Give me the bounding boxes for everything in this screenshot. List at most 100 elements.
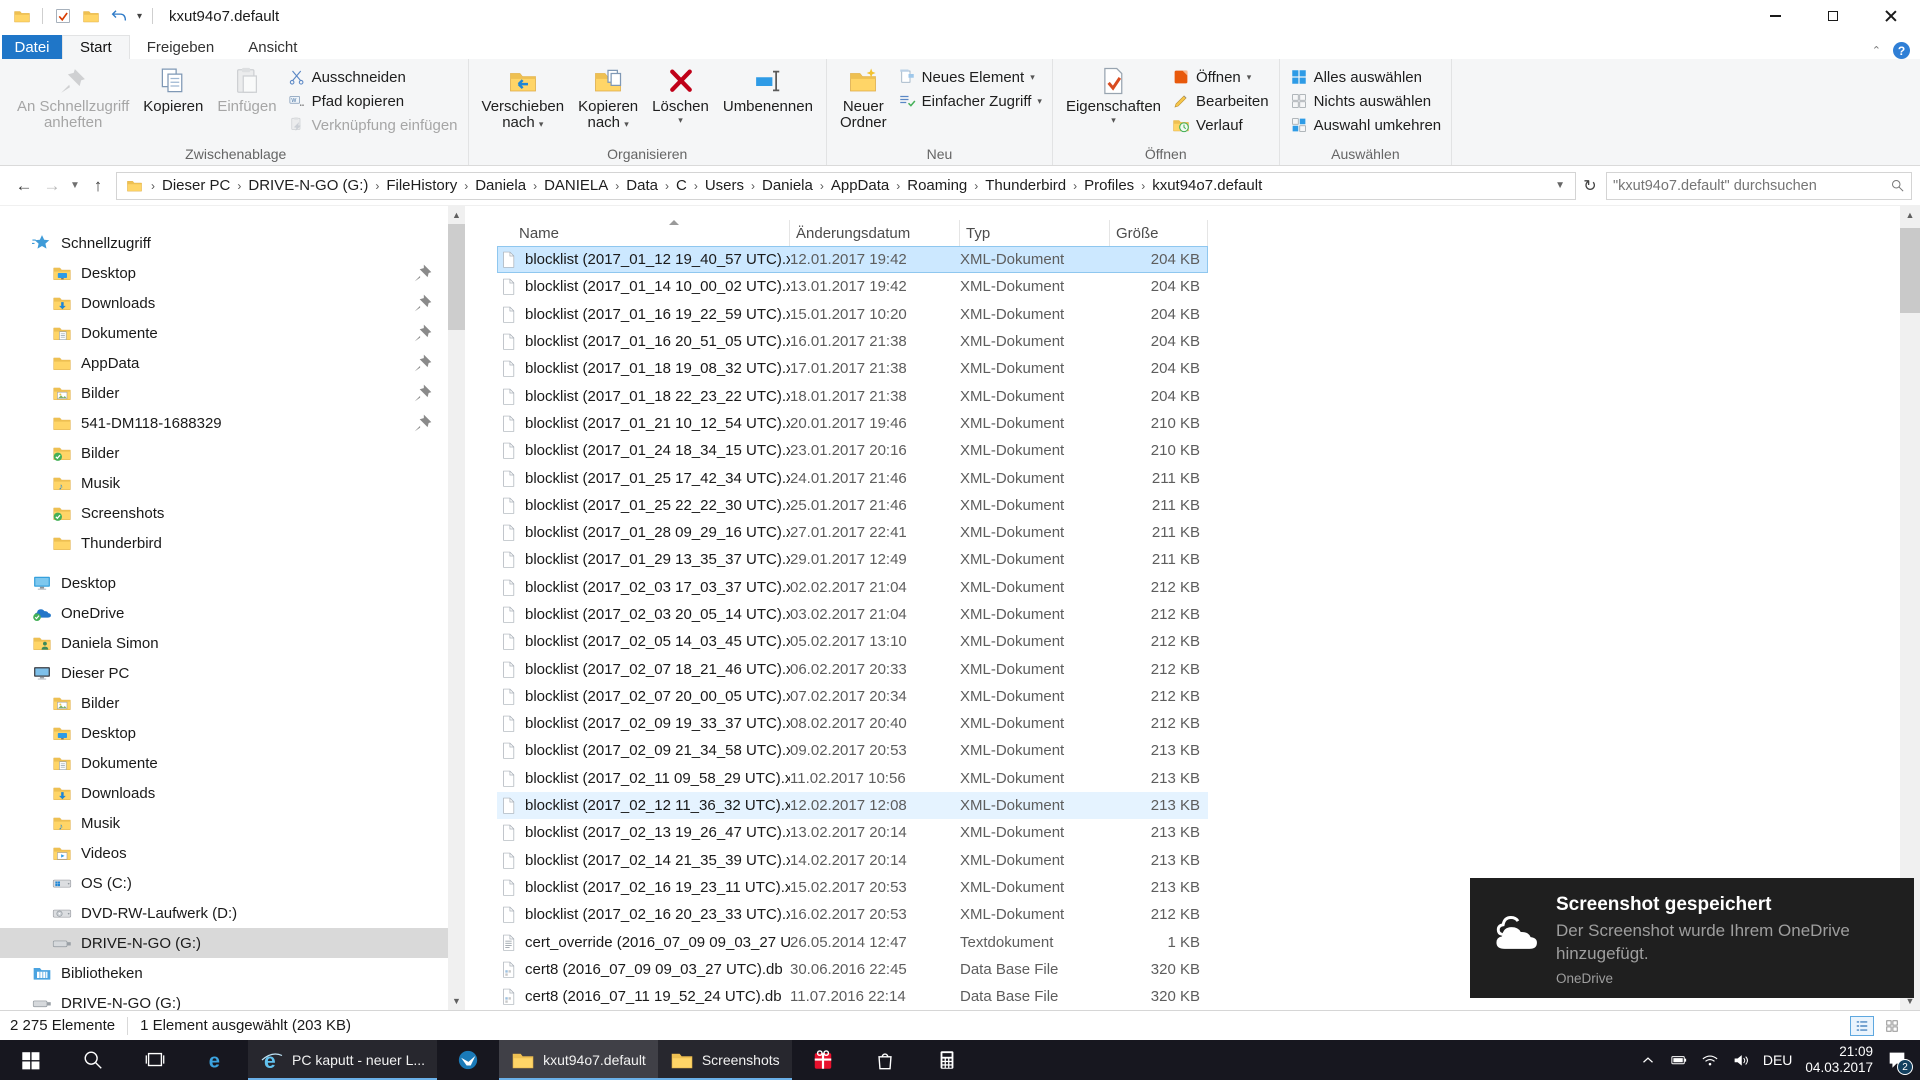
sidebar-item-desktop[interactable]: Desktop [0,718,448,748]
neues-element-button[interactable]: Neues Element ▾ [898,67,1042,87]
task-view-button[interactable] [124,1040,186,1080]
tab-datei[interactable]: Datei [2,35,62,59]
taskbar-search-button[interactable] [62,1040,124,1080]
pin-icon[interactable] [413,323,433,343]
scrollbar-thumb[interactable] [448,224,465,330]
file-row[interactable]: blocklist (2017_01_29 13_35_37 UTC).xml 2… [497,546,1208,573]
close-button[interactable] [1862,0,1920,32]
sidebar-item-541-dm118-1688329[interactable]: 541-DM118-1688329 [0,408,448,438]
file-row[interactable]: blocklist (2017_02_07 18_21_46 UTC).xml 0… [497,655,1208,682]
file-row[interactable]: blocklist (2017_02_11 09_58_29 UTC).xml 1… [497,765,1208,792]
sidebar-item-onedrive[interactable]: OneDrive [0,598,448,628]
taskbar-button-edge[interactable]: e [186,1040,248,1080]
taskbar-button-gift[interactable] [792,1040,854,1080]
nichts-ausw-hlen-button[interactable]: Nichts auswählen [1290,91,1442,111]
breadcrumb-segment-daniela[interactable]: Daniela [471,177,530,194]
sidebar-item-bilder[interactable]: Bilder [0,378,448,408]
einfacher-zugriff-button[interactable]: Einfacher Zugriff ▾ [898,91,1042,111]
sidebar-item-desktop[interactable]: Desktop [0,258,448,288]
verschieben-nach-button[interactable]: Verschieben nach ▾ [475,63,572,135]
sidebar-item-dieser-pc[interactable]: Dieser PC [0,658,448,688]
file-row[interactable]: blocklist (2017_01_18 22_23_22 UTC).xml 1… [497,382,1208,409]
onedrive-toast[interactable]: Screenshot gespeichert Der Screenshot wu… [1470,878,1914,998]
start-button[interactable] [0,1040,62,1080]
maximize-button[interactable] [1804,0,1862,32]
sidebar-item-dvd-rw-laufwerk-d[interactable]: DVD-RW-Laufwerk (D:) [0,898,448,928]
forward-button[interactable]: → [38,172,66,200]
scrollbar-thumb[interactable] [1900,228,1920,313]
umbenennen-button[interactable]: Umbenennen [716,63,820,118]
file-row[interactable]: blocklist (2017_01_21 10_12_54 UTC).xml 2… [497,410,1208,437]
file-row[interactable]: blocklist (2017_02_14 21_35_39 UTC).xml 1… [497,847,1208,874]
file-row[interactable]: blocklist (2017_02_03 20_05_14 UTC).xml 0… [497,601,1208,628]
breadcrumb-segment-roaming[interactable]: Roaming [903,177,971,194]
file-row[interactable]: cert8 (2016_07_11 19_52_24 UTC).db 11.07.… [497,983,1208,1010]
collapse-ribbon-icon[interactable]: ⌃ [1872,44,1881,57]
kopieren-button[interactable]: Kopieren [136,63,210,118]
sidebar-item-thunderbird[interactable]: Thunderbird [0,528,448,558]
breadcrumb-segment-appdata[interactable]: AppData [827,177,893,194]
file-row[interactable]: cert_override (2016_07_09 09_03_27 UTC).… [497,928,1208,955]
breadcrumb-segment-data[interactable]: Data [622,177,662,194]
taskbar-button-thunderbird[interactable] [437,1040,499,1080]
recent-locations-caret[interactable]: ▼ [66,172,84,200]
file-row[interactable]: blocklist (2017_02_03 17_03_37 UTC).xml 0… [497,574,1208,601]
breadcrumb-segment-c[interactable]: C [672,177,691,194]
file-row[interactable]: blocklist (2017_02_12 11_36_32 UTC).xml 1… [497,791,1208,820]
sidebar-item-musik[interactable]: ♪ Musik [0,468,448,498]
qat-customize-caret[interactable]: ▾ [137,11,142,22]
file-row[interactable]: blocklist (2017_02_07 20_00_05 UTC).xml 0… [497,683,1208,710]
tray-expand-icon[interactable] [1639,1051,1657,1069]
details-view-button[interactable] [1850,1015,1874,1036]
file-row[interactable]: blocklist (2017_01_28 09_29_16 UTC).xml 2… [497,519,1208,546]
sidebar-item-videos[interactable]: Videos [0,838,448,868]
qat-new-folder-icon[interactable] [82,7,100,25]
scroll-up-icon[interactable]: ▲ [448,206,465,224]
back-button[interactable]: ← [10,172,38,200]
breadcrumb-segment-drive-n-go-g[interactable]: DRIVE-N-GO (G:) [244,177,372,194]
pin-icon[interactable] [413,263,433,283]
volume-icon[interactable] [1732,1051,1750,1069]
breadcrumb-segment-daniela[interactable]: DANIELA [540,177,612,194]
sidebar-item-dokumente[interactable]: Dokumente [0,318,448,348]
ausschneiden-button[interactable]: Ausschneiden [288,67,458,87]
file-row[interactable]: blocklist (2017_01_25 22_22_30 UTC).xml 2… [497,492,1208,519]
file-row[interactable]: cert8 (2016_07_09 09_03_27 UTC).db 30.06.… [497,956,1208,983]
sidebar-item-drive-n-go-g[interactable]: DRIVE-N-GO (G:) [0,988,448,1010]
file-row[interactable]: blocklist (2017_02_13 19_26_47 UTC).xml 1… [497,819,1208,846]
l-schen-button[interactable]: Löschen ▾ [645,63,716,129]
pfad-kopieren-button[interactable]: W Pfad kopieren [288,91,458,111]
kopieren-nach-button[interactable]: Kopieren nach ▾ [571,63,645,135]
up-button[interactable]: ↑ [84,172,112,200]
sidebar-item-schnellzugriff[interactable]: Schnellzugriff [0,228,448,258]
file-row[interactable]: blocklist (2017_02_09 21_34_58 UTC).xml 0… [497,737,1208,764]
tab-ansicht[interactable]: Ansicht [231,35,314,59]
pin-icon[interactable] [413,413,433,433]
file-row[interactable]: blocklist (2017_02_16 19_23_11 UTC).xml 1… [497,874,1208,901]
help-icon[interactable]: ? [1893,42,1910,59]
sidebar-item-bilder[interactable]: Bilder [0,688,448,718]
sidebar-item-daniela-simon[interactable]: Daniela Simon [0,628,448,658]
file-row[interactable]: blocklist (2017_01_16 20_51_05 UTC).xml 1… [497,328,1208,355]
ffnen-button[interactable]: Öffnen ▾ [1172,67,1269,87]
file-row[interactable]: blocklist (2017_01_18 19_08_32 UTC).xml 1… [497,355,1208,382]
taskbar-button-calculator[interactable] [916,1040,978,1080]
tab-start[interactable]: Start [62,35,130,59]
sidebar-item-bibliotheken[interactable]: Bibliotheken [0,958,448,988]
taskbar-button-pc-kaputt-neuer-l[interactable]: e PC kaputt - neuer L... [248,1040,438,1080]
sidebar-item-screenshots[interactable]: Screenshots [0,498,448,528]
file-row[interactable]: blocklist (2017_02_09 19_33_37 UTC).xml 0… [497,710,1208,737]
breadcrumb-segment-dieser-pc[interactable]: Dieser PC [158,177,234,194]
file-row[interactable]: blocklist (2017_01_14 10_00_02 UTC).xml 1… [497,273,1208,300]
sidebar-item-desktop[interactable]: Desktop [0,568,448,598]
refresh-button[interactable]: ↻ [1576,172,1604,200]
breadcrumb-segment-daniela[interactable]: Daniela [758,177,817,194]
address-bar[interactable]: › Dieser PC › DRIVE-N-GO (G:) › FileHistory ›… [116,171,1576,200]
scroll-down-icon[interactable]: ▼ [448,992,465,1010]
sidebar-scrollbar[interactable]: ▲ ▼ [448,206,465,1010]
wifi-icon[interactable] [1701,1051,1719,1069]
file-row[interactable]: blocklist (2017_02_16 20_23_33 UTC).xml 1… [497,901,1208,928]
search-input[interactable] [1613,177,1890,194]
file-row[interactable]: blocklist (2017_02_05 14_03_45 UTC).xml 0… [497,628,1208,655]
minimize-button[interactable] [1746,0,1804,32]
